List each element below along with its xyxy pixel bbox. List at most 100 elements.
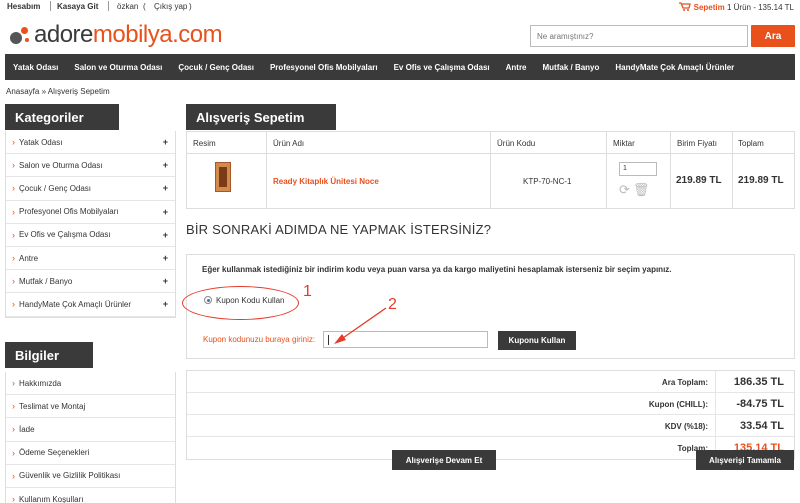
- header-unit-price: Birim Fiyatı: [677, 139, 717, 148]
- categories-panel: Kategoriler › Yatak Odası + › Salon ve Otur…: [5, 104, 176, 318]
- product-name-link[interactable]: Ready Kitaplık Ünitesi Noce: [273, 177, 379, 186]
- breadcrumb: Anasayfa » Alışveriş Sepetim: [6, 87, 110, 96]
- plus-icon[interactable]: +: [163, 137, 168, 147]
- coupon-row: Kupon (CHILL): -84.75 TL: [187, 393, 794, 415]
- refresh-icon[interactable]: ⟳: [619, 182, 633, 197]
- apply-coupon-button[interactable]: Kuponu Kullan: [498, 331, 576, 350]
- tax-label: KDV (%18):: [664, 422, 708, 431]
- arrow-icon: ›: [12, 276, 15, 287]
- cart-table: Resim Ürün Adı Ürün Kodu Miktar Birim Fi…: [186, 131, 795, 209]
- quantity-input[interactable]: 1: [619, 162, 657, 176]
- account-link[interactable]: Hesabım: [7, 2, 40, 11]
- nav-item[interactable]: Mutfak / Banyo: [535, 63, 608, 72]
- arrow-icon: ›: [12, 206, 15, 217]
- category-label: Salon ve Oturma Odası: [19, 160, 103, 170]
- annotation-number-1: 1: [303, 283, 312, 300]
- logout-link[interactable]: Çıkış yap: [154, 2, 187, 11]
- logo-text-adore: adore: [34, 21, 93, 48]
- qty-actions: ⟳🗑: [619, 182, 652, 198]
- category-item[interactable]: › Mutfak / Banyo +: [6, 270, 175, 294]
- cart-label: Sepetim: [693, 3, 725, 12]
- arrow-icon: ›: [12, 160, 15, 171]
- cart-title: Alışveriş Sepetim: [186, 104, 336, 130]
- main-nav: Yatak Odası Salon ve Oturma Odası Çocuk …: [5, 54, 795, 80]
- paren-close: ): [189, 2, 192, 11]
- totals-box: Ara Toplam: 186.35 TL Kupon (CHILL): -84.7…: [186, 370, 795, 460]
- category-label: Çocuk / Genç Odası: [19, 183, 92, 193]
- category-item[interactable]: › HandyMate Çok Amaçlı Ürünler +: [6, 293, 175, 317]
- subtotal-label: Ara Toplam:: [661, 378, 708, 387]
- info-item[interactable]: › İade: [6, 418, 175, 442]
- nav-item[interactable]: Yatak Odası: [5, 63, 66, 72]
- info-item[interactable]: › Ödeme Seçenekleri: [6, 442, 175, 465]
- continue-shopping-button[interactable]: Alışverişe Devam Et: [392, 450, 496, 470]
- subtotal-row: Ara Toplam: 186.35 TL: [187, 371, 794, 393]
- arrow-icon: ›: [12, 470, 15, 481]
- checkout-link[interactable]: Kasaya Git: [57, 2, 98, 11]
- trash-icon[interactable]: 🗑: [633, 182, 653, 197]
- nav-item[interactable]: Çocuk / Genç Odası: [170, 63, 262, 72]
- username: özkan: [117, 2, 139, 11]
- header-qty: Miktar: [613, 139, 635, 148]
- plus-icon[interactable]: +: [163, 183, 168, 193]
- category-label: Ev Ofis ve Çalışma Odası: [19, 230, 111, 240]
- category-item[interactable]: › Çocuk / Genç Odası +: [6, 177, 175, 201]
- info-item[interactable]: › Teslimat ve Montaj: [6, 395, 175, 419]
- coupon-value: -84.75 TL: [736, 398, 784, 410]
- category-item[interactable]: › Ev Ofis ve Çalışma Odası +: [6, 224, 175, 247]
- unit-price: 219.89 TL: [676, 175, 722, 186]
- header-name: Ürün Adı: [273, 139, 305, 148]
- line-total: 219.89 TL: [738, 175, 784, 186]
- category-item[interactable]: › Antre +: [6, 247, 175, 271]
- logo-dots-icon: [8, 23, 32, 47]
- category-label: Mutfak / Banyo: [19, 276, 73, 286]
- nav-item[interactable]: HandyMate Çok Amaçlı Ürünler: [607, 63, 742, 72]
- cart-count: 1 Ürün - 135.14 TL: [726, 3, 794, 12]
- category-item[interactable]: › Salon ve Oturma Odası +: [6, 154, 175, 178]
- cart-summary[interactable]: Sepetim 1 Ürün - 135.14 TL: [678, 2, 794, 12]
- plus-icon[interactable]: +: [163, 230, 168, 240]
- header-total: Toplam: [738, 139, 764, 148]
- nav-item[interactable]: Antre: [498, 63, 535, 72]
- paren-open: (: [143, 2, 146, 11]
- nav-item[interactable]: Ev Ofis ve Çalışma Odası: [386, 63, 498, 72]
- category-label: Antre: [19, 253, 39, 263]
- search-input[interactable]: [531, 26, 747, 46]
- info-item[interactable]: › Kullanım Koşulları: [6, 488, 175, 503]
- coupon-label: Kupon (CHILL):: [648, 400, 708, 409]
- info-label: İade: [19, 424, 35, 434]
- product-image[interactable]: [215, 162, 231, 192]
- info-label: Hakkımızda: [19, 378, 62, 388]
- category-label: Profesyonel Ofis Mobilyaları: [19, 207, 119, 217]
- search-button[interactable]: Ara: [751, 25, 795, 47]
- annotation-arrow-icon: [334, 307, 387, 344]
- subtotal-value: 186.35 TL: [733, 376, 784, 388]
- category-item[interactable]: › Profesyonel Ofis Mobilyaları +: [6, 201, 175, 224]
- coupon-field-label: Kupon kodunuzu buraya giriniz:: [203, 335, 316, 344]
- info-title: Bilgiler: [5, 342, 93, 368]
- top-bar: Hesabım Kasaya Git özkan ( Çıkış yap ) S…: [0, 0, 800, 14]
- nav-item[interactable]: Salon ve Oturma Odası: [66, 63, 170, 72]
- info-item[interactable]: › Hakkımızda: [6, 372, 175, 396]
- plus-icon[interactable]: +: [163, 253, 168, 263]
- arrow-icon: ›: [12, 183, 15, 194]
- site-logo[interactable]: adoremobilya.com: [8, 20, 223, 50]
- info-list: › Hakkımızda › Teslimat ve Montaj › İade › Ö…: [5, 372, 176, 503]
- tax-value: 33.54 TL: [739, 420, 784, 432]
- category-item[interactable]: › Yatak Odası +: [6, 131, 175, 155]
- info-label: Güvenlik ve Gizlilik Politikası: [19, 471, 121, 481]
- plus-icon[interactable]: +: [163, 299, 168, 309]
- plus-icon[interactable]: +: [163, 276, 168, 286]
- category-label: HandyMate Çok Amaçlı Ürünler: [19, 299, 132, 309]
- categories-title: Kategoriler: [5, 104, 119, 130]
- plus-icon[interactable]: +: [163, 160, 168, 170]
- arrow-icon: ›: [12, 299, 15, 310]
- arrow-icon: ›: [12, 494, 15, 503]
- info-item[interactable]: › Güvenlik ve Gizlilik Politikası: [6, 465, 175, 488]
- arrow-icon: ›: [12, 378, 15, 389]
- plus-icon[interactable]: +: [163, 207, 168, 217]
- complete-checkout-button[interactable]: Alışverişi Tamamla: [696, 450, 794, 470]
- nav-item[interactable]: Profesyonel Ofis Mobilyaları: [262, 63, 386, 72]
- info-label: Ödeme Seçenekleri: [19, 448, 90, 458]
- header-image: Resim: [193, 139, 216, 148]
